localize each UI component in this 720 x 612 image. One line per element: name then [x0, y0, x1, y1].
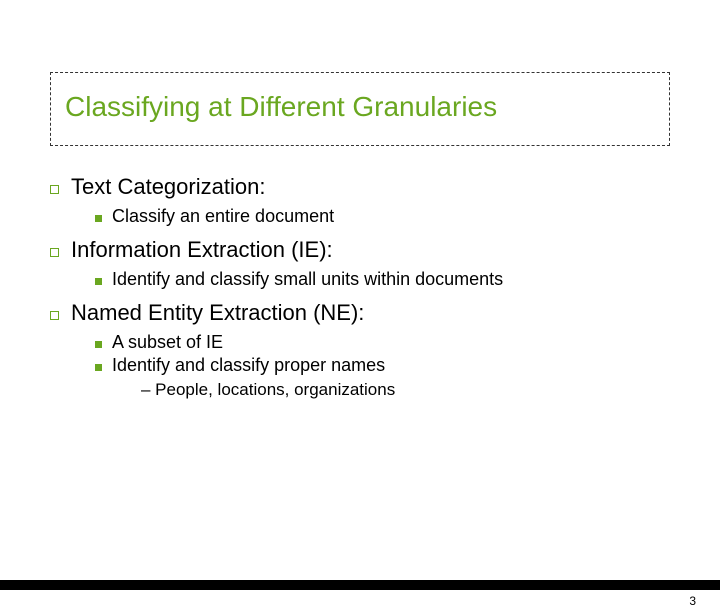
list-item: Information Extraction (IE): [50, 237, 670, 263]
bullet-icon [50, 311, 59, 320]
list-item: Named Entity Extraction (NE): [50, 300, 670, 326]
page-number: 3 [689, 594, 696, 608]
bullet-icon [95, 364, 102, 371]
list-item-label: Identify and classify proper names [112, 355, 385, 376]
list-item: A subset of IE [95, 332, 670, 353]
title-box: Classifying at Different Granularies [50, 72, 670, 146]
list-item-label: – People, locations, organizations [141, 380, 670, 400]
sublist: Classify an entire document [95, 206, 670, 227]
list-item-label: Classify an entire document [112, 206, 334, 227]
bullet-icon [95, 215, 102, 222]
sublist: Identify and classify small units within… [95, 269, 670, 290]
list-item-label: A subset of IE [112, 332, 223, 353]
list-item: Identify and classify proper names [95, 355, 670, 376]
list-item-label: Information Extraction (IE): [71, 237, 333, 263]
sublist: A subset of IE Identify and classify pro… [95, 332, 670, 400]
bullet-icon [95, 341, 102, 348]
list-item: Identify and classify small units within… [95, 269, 670, 290]
list-item-label: Text Categorization: [71, 174, 265, 200]
bullet-icon [95, 278, 102, 285]
bullet-icon [50, 185, 59, 194]
content-area: Text Categorization: Classify an entire … [50, 174, 670, 400]
list-item-label: Identify and classify small units within… [112, 269, 503, 290]
list-item: Classify an entire document [95, 206, 670, 227]
slide-title: Classifying at Different Granularies [65, 91, 655, 123]
list-item: Text Categorization: [50, 174, 670, 200]
list-item-label: Named Entity Extraction (NE): [71, 300, 364, 326]
footer-bar [0, 580, 720, 590]
bullet-icon [50, 248, 59, 257]
